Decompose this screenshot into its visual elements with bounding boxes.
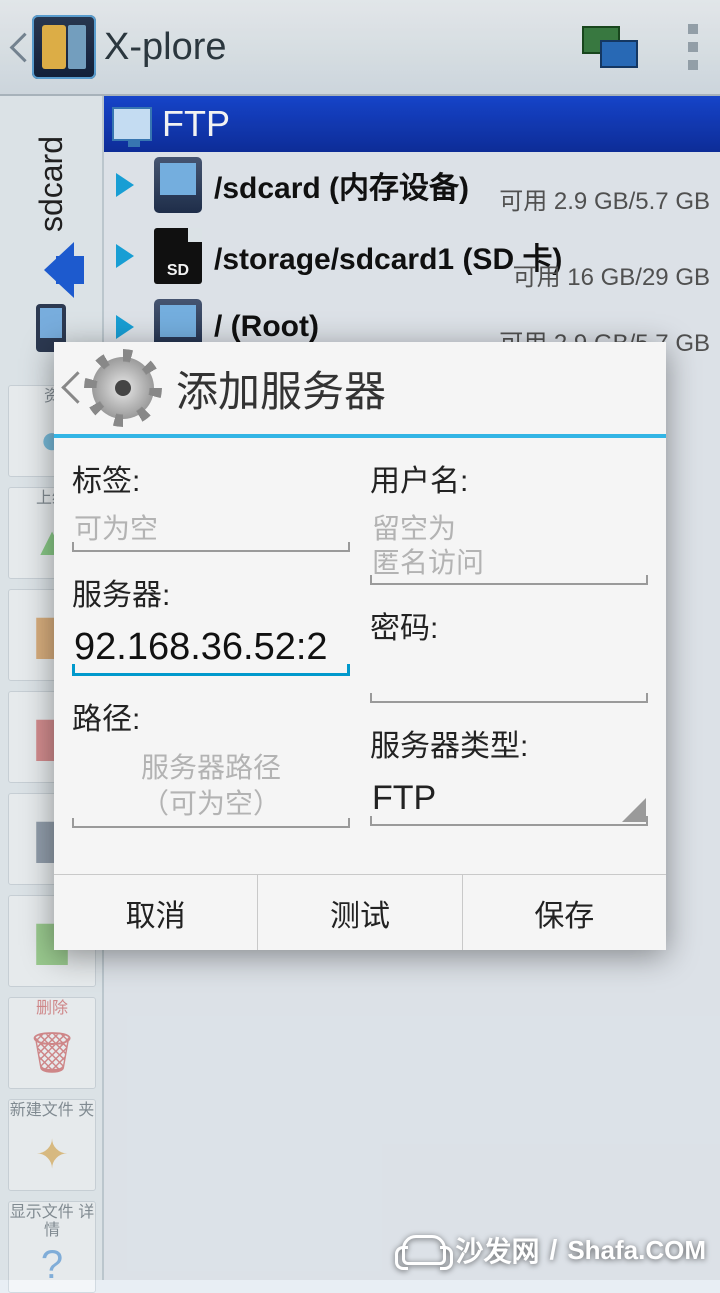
tag-placeholder: 可为空 bbox=[72, 506, 350, 550]
label-password: 密码: bbox=[370, 603, 648, 647]
label-tag: 标签: bbox=[72, 456, 350, 500]
watermark-text: 沙发网 bbox=[456, 1230, 540, 1270]
label-path: 路径: bbox=[72, 694, 350, 738]
tag-field[interactable]: 可为空 bbox=[72, 506, 350, 552]
password-field[interactable] bbox=[370, 653, 648, 703]
dialog-title: 添加服务器 bbox=[176, 358, 386, 419]
server-field[interactable] bbox=[72, 620, 350, 676]
path-placeholder: 服务器路径 （可为空） bbox=[72, 744, 350, 827]
save-button[interactable]: 保存 bbox=[462, 875, 666, 950]
path-field[interactable]: 服务器路径 （可为空） bbox=[72, 744, 350, 829]
add-server-dialog: 添加服务器 标签: 可为空 服务器: 路径: 服务器路径 （可为空） 用户名: … bbox=[54, 342, 666, 950]
dialog-buttons: 取消 测试 保存 bbox=[54, 874, 666, 950]
cancel-button[interactable]: 取消 bbox=[54, 875, 257, 950]
test-button[interactable]: 测试 bbox=[257, 875, 461, 950]
watermark: 沙发网 / Shafa.COM bbox=[402, 1230, 706, 1270]
watermark-domain: Shafa.COM bbox=[567, 1235, 706, 1266]
server-input[interactable] bbox=[72, 620, 350, 673]
user-placeholder: 留空为 匿名访问 bbox=[370, 506, 648, 583]
server-type-value: FTP bbox=[370, 771, 648, 824]
label-type: 服务器类型: bbox=[370, 721, 648, 765]
dialog-title-bar: 添加服务器 bbox=[54, 342, 666, 438]
label-user: 用户名: bbox=[370, 456, 648, 500]
label-server: 服务器: bbox=[72, 570, 350, 614]
sofa-icon bbox=[402, 1235, 446, 1265]
gear-icon bbox=[92, 357, 154, 419]
server-type-spinner[interactable]: FTP bbox=[370, 771, 648, 826]
user-field[interactable]: 留空为 匿名访问 bbox=[370, 506, 648, 585]
